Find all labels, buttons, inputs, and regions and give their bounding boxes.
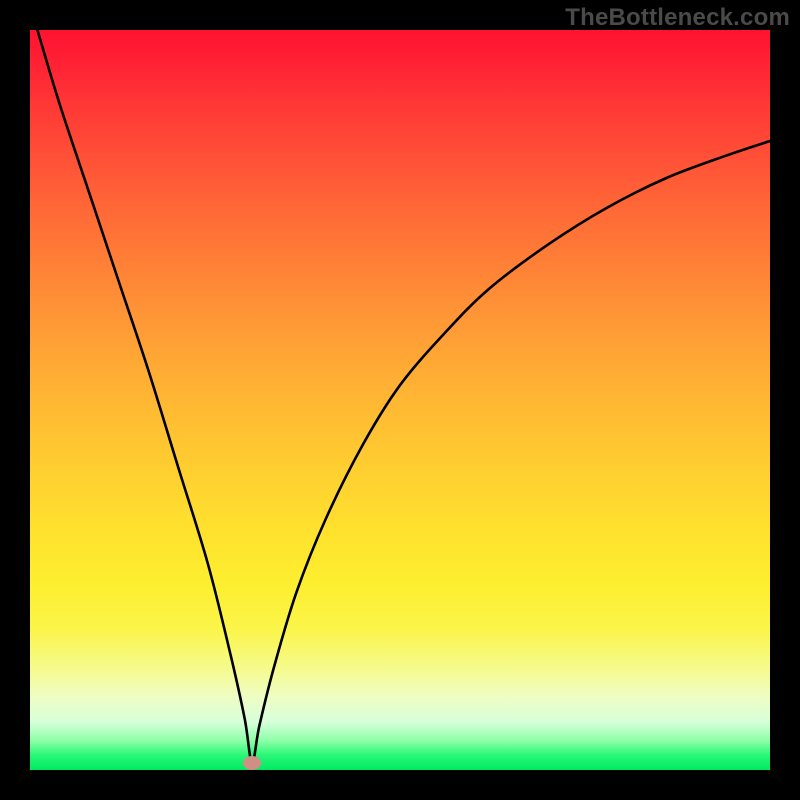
chart-frame: TheBottleneck.com <box>0 0 800 800</box>
bottleneck-curve <box>30 30 770 770</box>
watermark-text: TheBottleneck.com <box>565 4 790 32</box>
plot-area <box>30 30 770 770</box>
optimum-marker-dot <box>243 756 261 770</box>
